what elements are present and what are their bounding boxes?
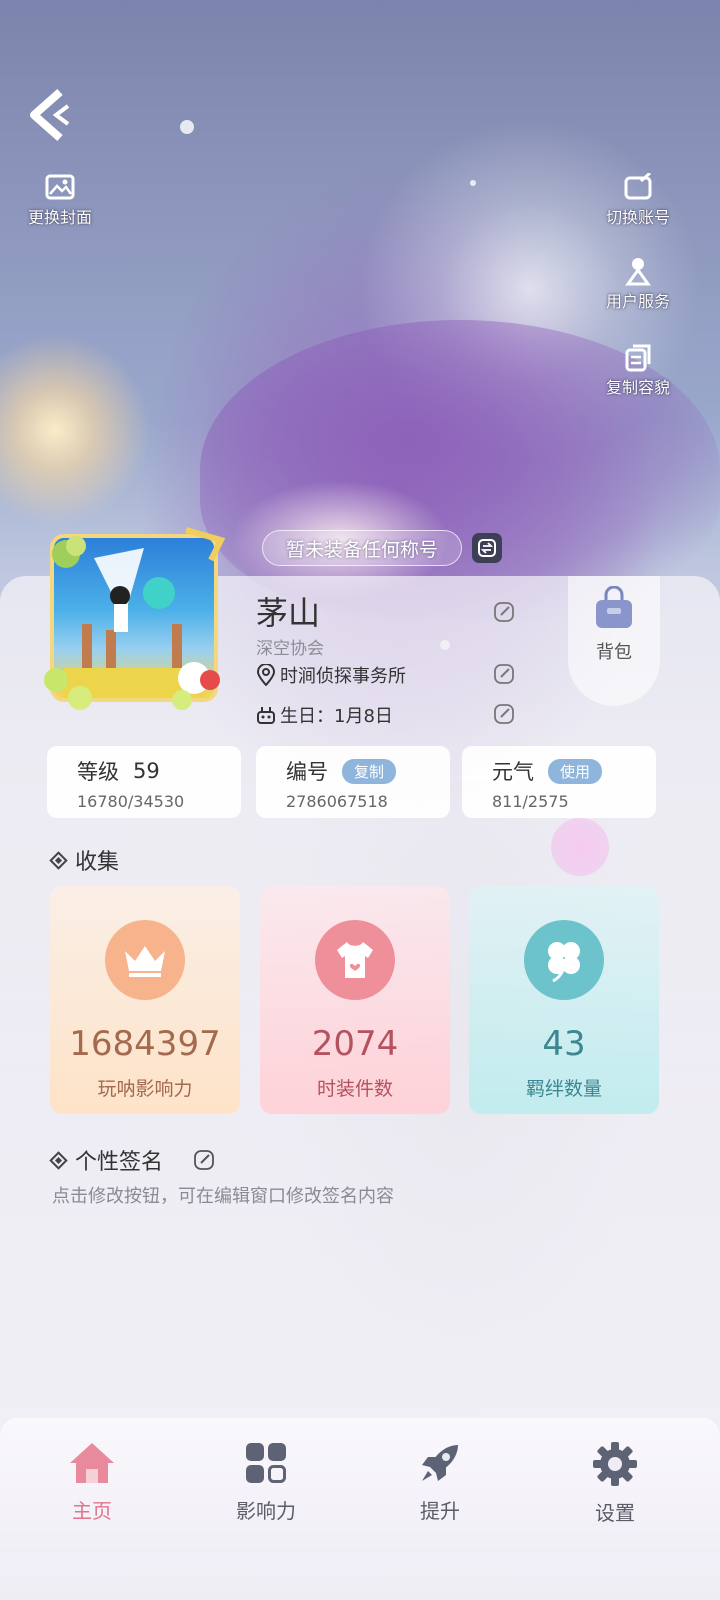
nav-influence-label: 影响力 xyxy=(236,1499,296,1523)
user-service-label: 用户服务 xyxy=(606,292,671,311)
bond-card[interactable]: 43 羁绊数量 xyxy=(469,886,659,1114)
user-service-button[interactable]: 用户服务 xyxy=(606,256,670,312)
signature-heading-text: 个性签名 xyxy=(75,1150,164,1175)
id-value: 2786067518 xyxy=(286,792,388,811)
energy-label: 元气 xyxy=(492,760,534,784)
bottom-nav: 主页 影响力 提升 设置 xyxy=(0,1418,720,1600)
level-value: 59 xyxy=(133,759,160,783)
nav-upgrade[interactable]: 提升 xyxy=(380,1441,500,1524)
player-name: 茅山 xyxy=(256,594,321,632)
avatar[interactable] xyxy=(36,520,232,716)
copy-id-button[interactable]: 复制 xyxy=(342,758,397,784)
bag-label: 背包 xyxy=(596,642,632,663)
bag-button[interactable]: 背包 xyxy=(568,576,660,706)
sparkle xyxy=(180,120,194,134)
collection-heading-text: 收集 xyxy=(75,850,120,875)
outfit-card[interactable]: 2074 时装件数 xyxy=(260,886,450,1114)
outfit-label: 时装件数 xyxy=(316,1078,393,1100)
birthday-text: 生日：1月8日 xyxy=(280,706,393,727)
change-cover-label: 更换封面 xyxy=(28,208,93,227)
level-card: 等级 59 16780/34530 xyxy=(47,746,241,818)
clover-icon xyxy=(524,920,604,1000)
level-label: 等级 xyxy=(77,760,119,784)
swap-title-button[interactable] xyxy=(472,533,502,563)
gear-icon xyxy=(593,1442,637,1486)
office-row: 时涧侦探事务所 xyxy=(256,662,406,688)
crown-icon xyxy=(105,920,185,1000)
swap-icon xyxy=(478,539,496,557)
influence-card[interactable]: 1684397 玩呐影响力 xyxy=(50,886,240,1114)
nav-home-label: 主页 xyxy=(72,1499,112,1523)
avatar-frame xyxy=(44,527,226,710)
rocket-icon xyxy=(422,1445,458,1481)
floating-bubble[interactable] xyxy=(551,818,609,876)
nav-upgrade-label: 提升 xyxy=(420,1499,460,1523)
use-energy-button[interactable]: 使用 xyxy=(548,758,603,784)
id-card: 编号 复制 2786067518 xyxy=(256,746,450,818)
cake-icon xyxy=(257,707,275,724)
diamond-icon xyxy=(49,850,68,870)
influence-label: 玩呐影响力 xyxy=(97,1078,193,1100)
nav-influence[interactable]: 影响力 xyxy=(206,1441,326,1524)
nav-settings[interactable]: 设置 xyxy=(555,1441,675,1526)
signature-heading: 个性签名 xyxy=(49,1144,164,1176)
office-name: 时涧侦探事务所 xyxy=(280,666,406,687)
chevron-left-icon xyxy=(30,89,70,141)
edit-signature-icon[interactable] xyxy=(192,1148,216,1172)
energy-card: 元气 使用 811/2575 xyxy=(462,746,656,818)
location-pin-icon xyxy=(256,664,276,686)
energy-value: 811/2575 xyxy=(492,792,569,811)
back-button[interactable] xyxy=(26,88,76,142)
collection-heading: 收集 xyxy=(49,844,120,876)
birthday-row: 生日：1月8日 xyxy=(256,702,393,728)
influence-value: 1684397 xyxy=(69,1024,221,1064)
title-badge[interactable]: 暂未装备任何称号 xyxy=(262,530,462,566)
bag-icon xyxy=(596,586,632,628)
nav-settings-label: 设置 xyxy=(595,1501,635,1525)
outfit-value: 2074 xyxy=(311,1024,399,1064)
bond-label: 羁绊数量 xyxy=(525,1078,602,1100)
edit-name-icon[interactable] xyxy=(492,600,516,624)
signature-text: 点击修改按钮，可在编辑窗口修改签名内容 xyxy=(52,1186,394,1207)
guild-name: 深空协会 xyxy=(256,639,324,659)
change-cover-button[interactable]: 更换封面 xyxy=(28,172,92,228)
copy-appearance-button[interactable]: 复制容貌 xyxy=(606,342,670,398)
copy-appearance-label: 复制容貌 xyxy=(606,378,671,397)
level-progress: 16780/34530 xyxy=(77,792,185,811)
sparkle xyxy=(470,180,476,186)
edit-birthday-icon[interactable] xyxy=(492,702,516,726)
user-icon xyxy=(623,256,653,286)
switch-icon xyxy=(623,172,653,202)
copy-icon xyxy=(623,342,653,372)
switch-account-button[interactable]: 切换账号 xyxy=(606,172,670,228)
tshirt-icon xyxy=(315,920,395,1000)
home-icon xyxy=(70,1443,114,1483)
diamond-icon xyxy=(49,1150,68,1170)
bond-value: 43 xyxy=(542,1024,586,1064)
nav-home[interactable]: 主页 xyxy=(32,1441,152,1524)
edit-office-icon[interactable] xyxy=(492,662,516,686)
image-icon xyxy=(45,172,75,202)
grid-icon xyxy=(246,1443,286,1483)
switch-account-label: 切换账号 xyxy=(606,208,671,227)
id-label: 编号 xyxy=(286,760,328,784)
